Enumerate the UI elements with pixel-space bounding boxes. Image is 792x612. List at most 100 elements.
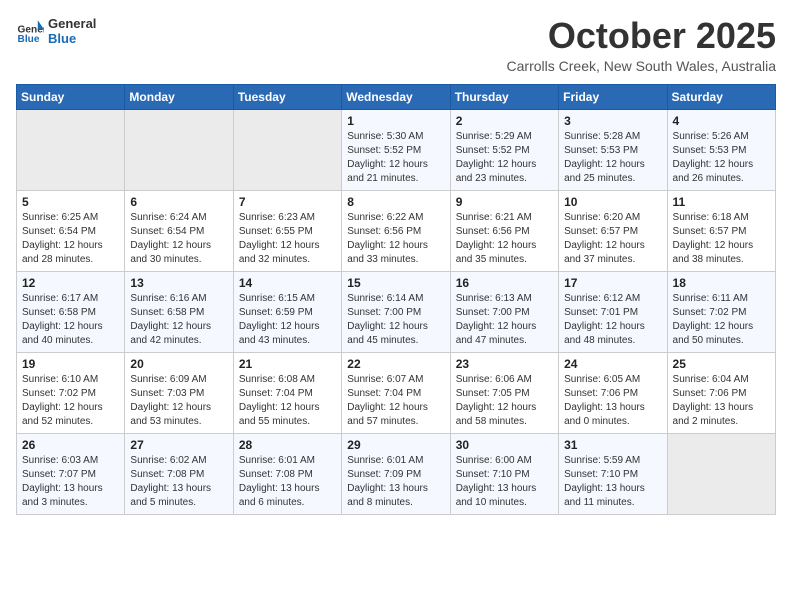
day-info: Sunrise: 5:59 AM Sunset: 7:10 PM Dayligh… <box>564 454 661 510</box>
day-info: Sunrise: 6:01 AM Sunset: 7:09 PM Dayligh… <box>347 454 444 510</box>
calendar-week-row: 5 Sunrise: 6:25 AM Sunset: 6:54 PM Daylig… <box>17 190 776 271</box>
table-row: 2 Sunrise: 5:29 AM Sunset: 5:52 PM Daylig… <box>450 109 558 190</box>
col-thursday: Thursday <box>450 84 558 109</box>
day-number: 7 <box>239 195 336 209</box>
table-row: 8Sunrise: 6:22 AM Sunset: 6:56 PM Daylig… <box>342 190 450 271</box>
calendar-week-row: 12 Sunrise: 6:17 AM Sunset: 6:58 PM Dayli… <box>17 271 776 352</box>
day-number: 19 <box>22 357 119 371</box>
logo-line1: General <box>48 16 96 31</box>
day-number: 18 <box>673 276 770 290</box>
day-number: 1 <box>347 114 444 128</box>
day-number: 10 <box>564 195 661 209</box>
day-number: 3 <box>564 114 661 128</box>
day-info: Sunrise: 6:07 AM Sunset: 7:04 PM Dayligh… <box>347 373 444 429</box>
day-number: 27 <box>130 438 227 452</box>
day-info: Sunrise: 6:02 AM Sunset: 7:08 PM Dayligh… <box>130 454 227 510</box>
table-row: 18 Sunrise: 6:11 AM Sunset: 7:02 PM Dayli… <box>667 271 775 352</box>
day-info: Sunrise: 6:04 AM Sunset: 7:06 PM Dayligh… <box>673 373 770 429</box>
table-row: 21Sunrise: 6:08 AM Sunset: 7:04 PM Dayli… <box>233 352 341 433</box>
table-row: 24 Sunrise: 6:05 AM Sunset: 7:06 PM Dayli… <box>559 352 667 433</box>
day-number: 29 <box>347 438 444 452</box>
col-sunday: Sunday <box>17 84 125 109</box>
table-row: 27 Sunrise: 6:02 AM Sunset: 7:08 PM Dayli… <box>125 433 233 514</box>
table-row: 7 Sunrise: 6:23 AM Sunset: 6:55 PM Daylig… <box>233 190 341 271</box>
col-wednesday: Wednesday <box>342 84 450 109</box>
day-number: 31 <box>564 438 661 452</box>
page-header: General Blue General Blue October 2025 C… <box>16 16 776 74</box>
table-row: 9 Sunrise: 6:21 AM Sunset: 6:56 PM Daylig… <box>450 190 558 271</box>
day-number: 14 <box>239 276 336 290</box>
day-info: Sunrise: 6:01 AM Sunset: 7:08 PM Dayligh… <box>239 454 336 510</box>
location-subtitle: Carrolls Creek, New South Wales, Austral… <box>507 58 776 74</box>
day-number: 24 <box>564 357 661 371</box>
table-row <box>17 109 125 190</box>
calendar-week-row: 26 Sunrise: 6:03 AM Sunset: 7:07 PM Dayli… <box>17 433 776 514</box>
table-row: 1 Sunrise: 5:30 AM Sunset: 5:52 PM Daylig… <box>342 109 450 190</box>
day-number: 28 <box>239 438 336 452</box>
table-row: 3 Sunrise: 5:28 AM Sunset: 5:53 PM Daylig… <box>559 109 667 190</box>
calendar-header-row: Sunday Monday Tuesday Wednesday Thursday… <box>17 84 776 109</box>
day-number: 20 <box>130 357 227 371</box>
table-row: 20 Sunrise: 6:09 AM Sunset: 7:03 PM Dayli… <box>125 352 233 433</box>
day-info: Sunrise: 6:23 AM Sunset: 6:55 PM Dayligh… <box>239 211 336 267</box>
calendar-week-row: 1 Sunrise: 5:30 AM Sunset: 5:52 PM Daylig… <box>17 109 776 190</box>
day-info: Sunrise: 6:14 AM Sunset: 7:00 PM Dayligh… <box>347 292 444 348</box>
table-row: 17Sunrise: 6:12 AM Sunset: 7:01 PM Dayli… <box>559 271 667 352</box>
calendar-week-row: 19Sunrise: 6:10 AM Sunset: 7:02 PM Dayli… <box>17 352 776 433</box>
day-info: Sunrise: 6:09 AM Sunset: 7:03 PM Dayligh… <box>130 373 227 429</box>
table-row: 30 Sunrise: 6:00 AM Sunset: 7:10 PM Dayli… <box>450 433 558 514</box>
day-number: 5 <box>22 195 119 209</box>
table-row: 31 Sunrise: 5:59 AM Sunset: 7:10 PM Dayli… <box>559 433 667 514</box>
day-number: 26 <box>22 438 119 452</box>
logo-icon: General Blue <box>16 17 44 45</box>
day-info: Sunrise: 6:00 AM Sunset: 7:10 PM Dayligh… <box>456 454 553 510</box>
day-info: Sunrise: 5:29 AM Sunset: 5:52 PM Dayligh… <box>456 130 553 186</box>
day-number: 21 <box>239 357 336 371</box>
day-info: Sunrise: 6:22 AM Sunset: 6:56 PM Dayligh… <box>347 211 444 267</box>
day-info: Sunrise: 5:28 AM Sunset: 5:53 PM Dayligh… <box>564 130 661 186</box>
day-info: Sunrise: 6:15 AM Sunset: 6:59 PM Dayligh… <box>239 292 336 348</box>
day-info: Sunrise: 6:17 AM Sunset: 6:58 PM Dayligh… <box>22 292 119 348</box>
table-row: 19Sunrise: 6:10 AM Sunset: 7:02 PM Dayli… <box>17 352 125 433</box>
day-number: 22 <box>347 357 444 371</box>
day-number: 30 <box>456 438 553 452</box>
calendar-table: Sunday Monday Tuesday Wednesday Thursday… <box>16 84 776 515</box>
table-row: 25Sunrise: 6:04 AM Sunset: 7:06 PM Dayli… <box>667 352 775 433</box>
month-title: October 2025 <box>507 16 776 56</box>
table-row: 10Sunrise: 6:20 AM Sunset: 6:57 PM Dayli… <box>559 190 667 271</box>
table-row: 28 Sunrise: 6:01 AM Sunset: 7:08 PM Dayli… <box>233 433 341 514</box>
table-row <box>667 433 775 514</box>
table-row: 14 Sunrise: 6:15 AM Sunset: 6:59 PM Dayli… <box>233 271 341 352</box>
day-number: 4 <box>673 114 770 128</box>
table-row: 11Sunrise: 6:18 AM Sunset: 6:57 PM Dayli… <box>667 190 775 271</box>
day-info: Sunrise: 6:21 AM Sunset: 6:56 PM Dayligh… <box>456 211 553 267</box>
day-info: Sunrise: 6:03 AM Sunset: 7:07 PM Dayligh… <box>22 454 119 510</box>
title-block: October 2025 Carrolls Creek, New South W… <box>507 16 776 74</box>
table-row: 23 Sunrise: 6:06 AM Sunset: 7:05 PM Dayli… <box>450 352 558 433</box>
table-row: 22 Sunrise: 6:07 AM Sunset: 7:04 PM Dayli… <box>342 352 450 433</box>
day-info: Sunrise: 6:11 AM Sunset: 7:02 PM Dayligh… <box>673 292 770 348</box>
svg-text:Blue: Blue <box>18 34 40 45</box>
day-info: Sunrise: 5:30 AM Sunset: 5:52 PM Dayligh… <box>347 130 444 186</box>
table-row: 26 Sunrise: 6:03 AM Sunset: 7:07 PM Dayli… <box>17 433 125 514</box>
day-info: Sunrise: 6:13 AM Sunset: 7:00 PM Dayligh… <box>456 292 553 348</box>
day-number: 13 <box>130 276 227 290</box>
day-number: 15 <box>347 276 444 290</box>
day-info: Sunrise: 6:06 AM Sunset: 7:05 PM Dayligh… <box>456 373 553 429</box>
day-info: Sunrise: 6:05 AM Sunset: 7:06 PM Dayligh… <box>564 373 661 429</box>
col-saturday: Saturday <box>667 84 775 109</box>
table-row: 6Sunrise: 6:24 AM Sunset: 6:54 PM Daylig… <box>125 190 233 271</box>
day-number: 6 <box>130 195 227 209</box>
logo: General Blue General Blue <box>16 16 96 46</box>
day-number: 12 <box>22 276 119 290</box>
day-info: Sunrise: 6:16 AM Sunset: 6:58 PM Dayligh… <box>130 292 227 348</box>
logo-line2: Blue <box>48 31 96 46</box>
day-number: 9 <box>456 195 553 209</box>
day-number: 23 <box>456 357 553 371</box>
table-row: 5 Sunrise: 6:25 AM Sunset: 6:54 PM Daylig… <box>17 190 125 271</box>
day-number: 2 <box>456 114 553 128</box>
col-tuesday: Tuesday <box>233 84 341 109</box>
table-row: 13 Sunrise: 6:16 AM Sunset: 6:58 PM Dayli… <box>125 271 233 352</box>
day-info: Sunrise: 6:25 AM Sunset: 6:54 PM Dayligh… <box>22 211 119 267</box>
table-row <box>233 109 341 190</box>
